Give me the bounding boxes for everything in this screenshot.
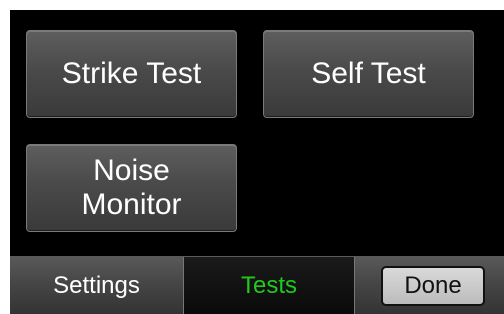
strike-test-button[interactable]: Strike Test [26,30,237,118]
device-screen: Strike Test Self Test Noise Monitor Sett… [10,10,504,314]
noise-monitor-button[interactable]: Noise Monitor [26,144,237,232]
done-button[interactable]: Done [381,266,485,306]
self-test-button[interactable]: Self Test [263,30,474,118]
bottom-tab-bar: Settings Tests Done [10,256,504,314]
tab-settings[interactable]: Settings [10,257,184,314]
done-tab-area: Done [354,257,504,314]
tab-tests[interactable]: Tests [184,257,354,314]
